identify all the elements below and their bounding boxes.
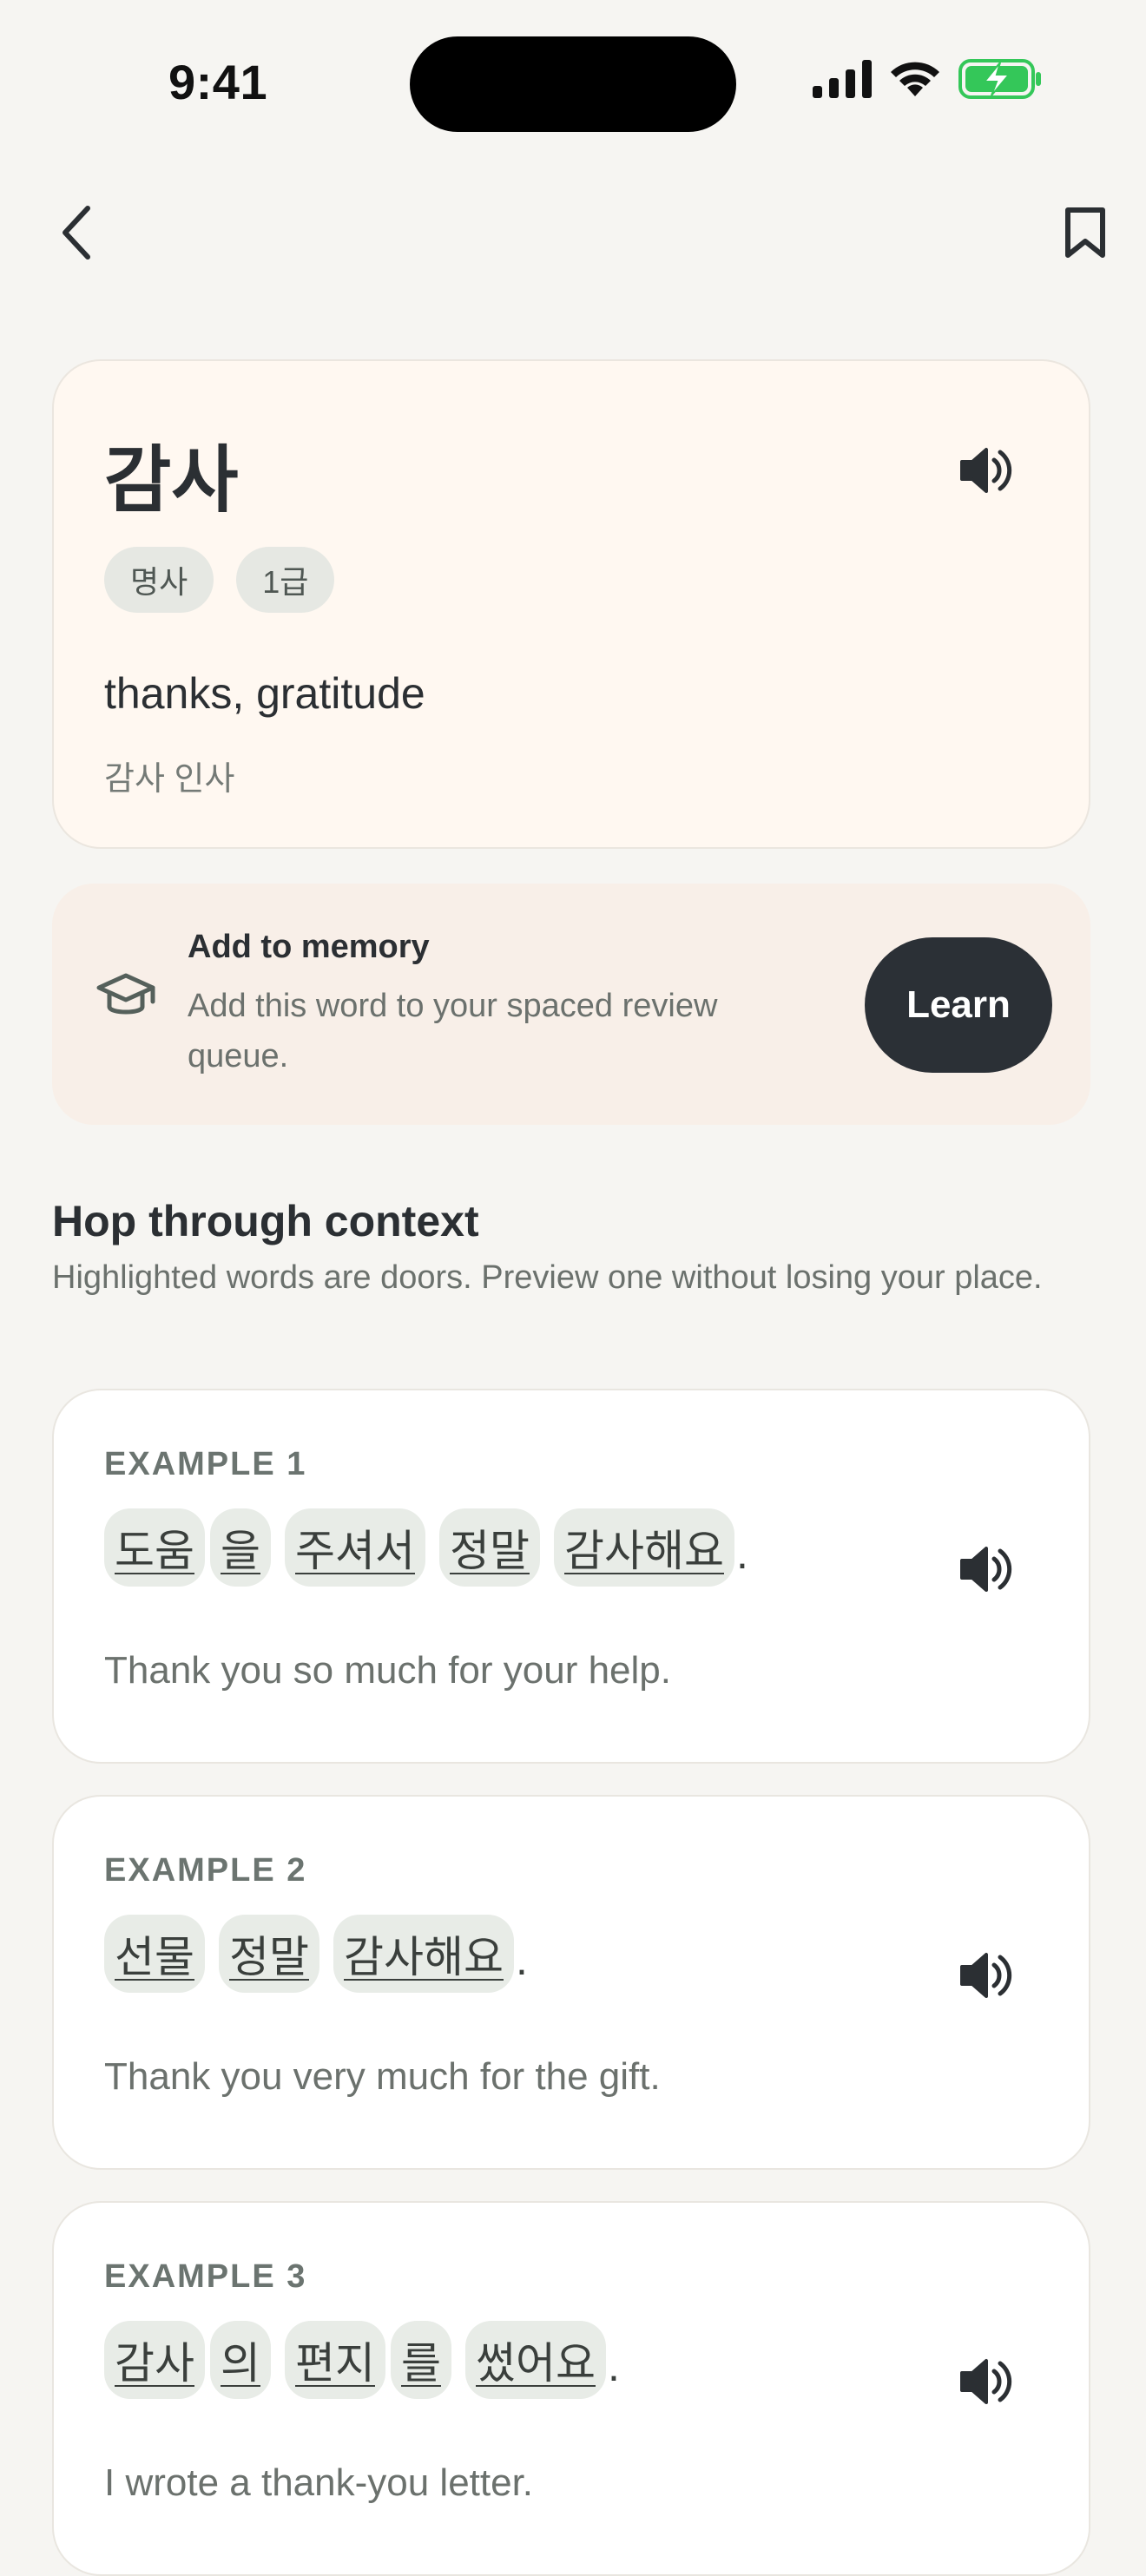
wifi-icon [891,62,939,96]
example-label: EXAMPLE 2 [104,1852,307,1889]
word-token[interactable]: 도움 [104,1508,205,1587]
example-sentence: 감사 의 편지 를 썼어요 . [104,2321,620,2399]
example-label: EXAMPLE 1 [104,1446,307,1482]
speaker-icon [960,448,1012,493]
back-button[interactable] [47,198,108,267]
word-token[interactable]: 감사 [104,2321,205,2399]
speaker-icon [960,1547,1012,1592]
word-token[interactable]: 정말 [439,1508,540,1587]
part-of-speech-tag: 명사 [104,547,214,613]
status-icons [813,59,1042,99]
word-token[interactable]: 를 [391,2321,451,2399]
status-time: 9:41 [168,55,268,109]
section-description: Highlighted words are doors. Preview one… [52,1259,1043,1296]
word-token[interactable]: 선물 [104,1915,205,1993]
word-token[interactable]: 편지 [285,2321,385,2399]
speaker-icon [960,2359,1012,2404]
bookmark-button[interactable] [1054,201,1116,264]
play-example-button[interactable] [957,2354,1012,2414]
example-translation: Thank you very much for the gift. [104,2055,661,2098]
example-sentence: 도움 을 주셔서 정말 감사해요 . [104,1508,748,1587]
word-token[interactable]: 을 [210,1508,271,1587]
add-to-memory-card: Add to memory Add this word to your spac… [52,884,1090,1125]
word-token[interactable]: 의 [210,2321,271,2399]
headword: 감사 [104,439,239,521]
word-token[interactable]: 썼어요 [465,2321,606,2399]
memory-description: Add this word to your spaced review queu… [188,988,718,1074]
speaker-icon [960,1953,1012,1998]
memory-title: Add to memory [188,929,430,965]
word-meaning: thanks, gratitude [104,669,425,718]
sentence-punctuation: . [736,1529,748,1578]
example-label: EXAMPLE 3 [104,2258,307,2295]
cellular-signal-icon [813,60,872,98]
example-card: EXAMPLE 3 감사 의 편지 를 썼어요 . I wrote a than… [52,2201,1090,2576]
chevron-left-icon [63,206,90,260]
level-tag: 1급 [236,547,335,613]
example-card: EXAMPLE 2 선물 정말 감사해요 . Thank you very mu… [52,1795,1090,2170]
word-card: 감사 명사 1급 thanks, gratitude 감사 인사 [52,359,1090,849]
example-card: EXAMPLE 1 도움 을 주셔서 정말 감사해요 . Thank you s… [52,1389,1090,1764]
example-translation: I wrote a thank-you letter. [104,2461,534,2504]
section-title: Hop through context [52,1197,479,1245]
play-example-button[interactable] [957,1541,1012,1601]
graduation-cap-icon [96,970,156,1027]
sentence-punctuation: . [608,2342,620,2390]
word-collocation: 감사 인사 [104,761,235,798]
example-translation: Thank you so much for your help. [104,1649,671,1692]
word-token[interactable]: 정말 [219,1915,319,1993]
word-token[interactable]: 감사해요 [554,1508,734,1587]
example-sentence: 선물 정말 감사해요 . [104,1915,528,1993]
battery-charging-icon [958,59,1041,99]
bookmark-icon [1065,207,1105,258]
play-pronunciation-button[interactable] [957,443,1012,503]
learn-button[interactable]: Learn [865,937,1052,1073]
word-token[interactable]: 주셔서 [285,1508,425,1587]
sentence-punctuation: . [516,1935,528,1984]
word-token[interactable]: 감사해요 [333,1915,514,1993]
play-example-button[interactable] [957,1948,1012,2008]
dynamic-island [410,36,736,132]
tag-list: 명사 1급 [104,547,335,613]
